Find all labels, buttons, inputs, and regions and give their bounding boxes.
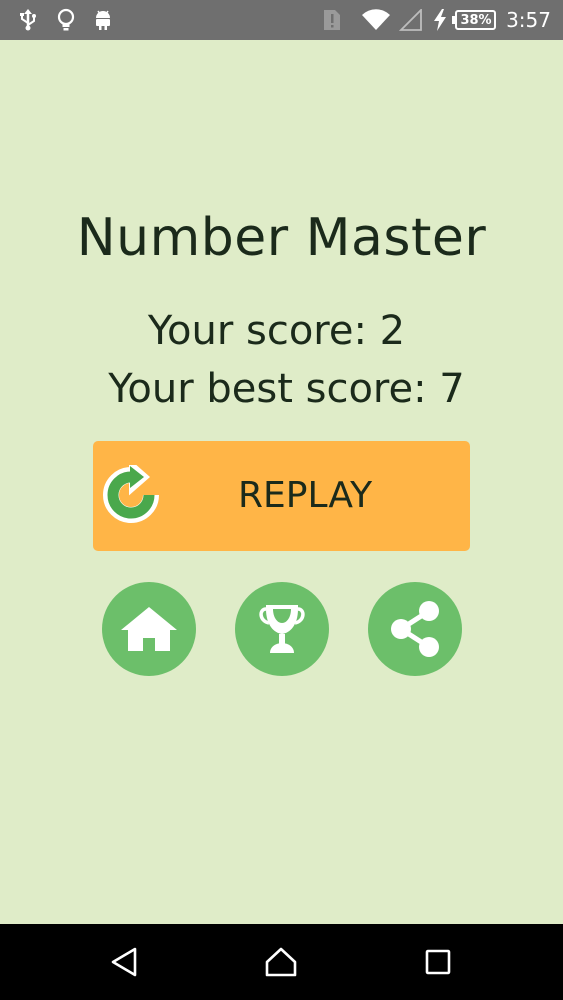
back-button[interactable] <box>105 942 145 982</box>
nav-home-button[interactable] <box>261 942 301 982</box>
status-bar: 38% 3:57 <box>0 0 563 40</box>
cellular-signal-icon <box>398 8 424 32</box>
trophy-icon <box>259 605 305 653</box>
replay-icon <box>101 458 161 525</box>
best-score: Your best score: 7 <box>108 366 465 412</box>
recents-icon <box>425 949 451 975</box>
home-icon <box>121 607 177 651</box>
leaderboard-button[interactable] <box>235 582 329 676</box>
replay-label: REPLAY <box>238 475 373 516</box>
recents-button[interactable] <box>418 942 458 982</box>
home-button[interactable] <box>102 582 196 676</box>
clock-time: 3:57 <box>506 8 551 32</box>
game-over-screen: Number Master Your score: 2 Your best sc… <box>0 40 563 924</box>
share-icon <box>391 601 439 657</box>
current-score: Your score: 2 <box>147 308 406 354</box>
nav-home-icon <box>265 947 297 977</box>
android-icon <box>91 8 115 32</box>
back-icon <box>111 947 137 977</box>
replay-button[interactable]: REPLAY <box>93 441 470 551</box>
battery-percent: 38% <box>460 12 492 28</box>
battery-icon: 38% <box>451 8 497 32</box>
game-title: Number Master <box>76 208 487 268</box>
lightbulb-icon <box>54 8 78 32</box>
wifi-icon <box>360 8 392 32</box>
usb-icon <box>16 8 40 32</box>
charging-icon <box>432 8 448 32</box>
sim-alert-icon <box>320 8 344 32</box>
share-button[interactable] <box>368 582 462 676</box>
navigation-bar <box>0 924 563 1000</box>
